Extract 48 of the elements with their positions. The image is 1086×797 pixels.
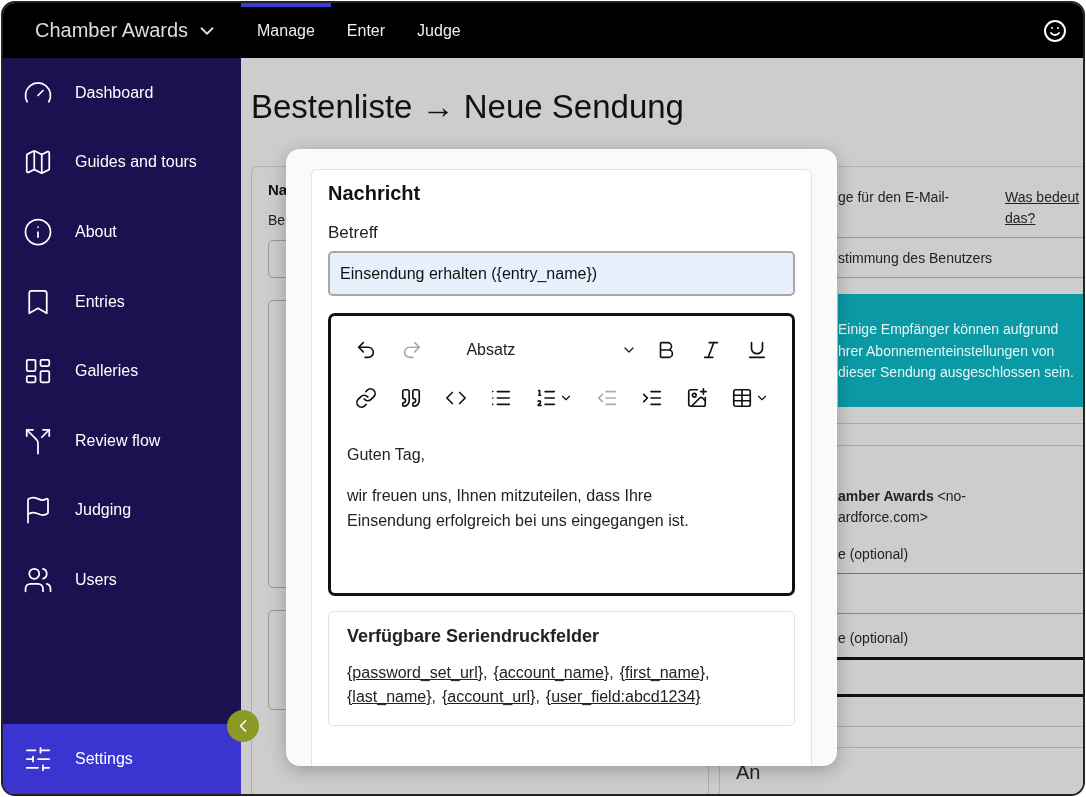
field-label: e (optional) — [838, 544, 909, 564]
sidebar-item[interactable]: Review flow — [3, 405, 241, 476]
rich-text-editor[interactable]: Absatz Guten Tag, wir freuen uns, Ihnen mitzuteilen, dass Ihre Einsendung erfolgreich bei uns eingegangen ist. — [328, 313, 795, 596]
merge-field-link[interactable]: {last_name} — [347, 688, 432, 705]
image-icon — [686, 387, 709, 409]
sidebar-item[interactable]: Galleries — [3, 336, 241, 406]
comma-separator: , — [705, 664, 710, 681]
message-paragraph: Guten Tag, — [347, 445, 426, 465]
comma-separator: , — [483, 664, 488, 681]
sidebar-item[interactable]: Entries — [3, 266, 241, 337]
field-label: e (optional) — [838, 628, 909, 648]
comma-separator: , — [609, 664, 614, 681]
card-heading: Na — [268, 181, 288, 198]
subject-field[interactable]: Einsendung erhalten ({entry_name}) — [328, 251, 795, 296]
merge-field-link[interactable]: {account_url} — [441, 688, 536, 705]
sidebar-item[interactable]: Guides and tours — [3, 127, 241, 198]
sidebar-item[interactable]: Users — [3, 545, 241, 615]
quote-icon — [399, 387, 422, 409]
nav-tab[interactable]: Enter — [330, 3, 402, 58]
link-icon — [354, 387, 377, 409]
merge-field-link[interactable]: {first_name} — [619, 664, 706, 681]
panel-heading: Verfügbare Seriendruckfelder — [347, 626, 601, 647]
subject-label: Betreff — [328, 223, 379, 243]
field-label: Be — [268, 212, 286, 228]
block-format-dropdown[interactable]: Absatz — [462, 337, 641, 363]
dialog-heading: Nachricht — [328, 182, 422, 205]
table-icon — [730, 387, 753, 409]
merge-field-link[interactable]: {password_set_url} — [347, 664, 484, 681]
comma-separator: , — [431, 688, 436, 705]
merge-field-link[interactable]: {account_name} — [493, 664, 610, 681]
nav-tab[interactable]: Judge — [401, 3, 477, 58]
recipient-label: An — [735, 761, 762, 785]
sidebar-item[interactable]: About — [3, 197, 241, 267]
help-link[interactable]: Was bedeut das? — [1005, 187, 1083, 229]
sender-text: amber Awards <no- ardforce.com> — [837, 486, 968, 527]
sidebar-item[interactable]: Judging — [3, 475, 241, 546]
sidebar-item[interactable]: Settings — [3, 724, 241, 794]
notice-banner: Einige Empfänger können aufgrund hrer Abonnementeinstellungen von dieser Sendung ausgeschlossen sein. — [838, 294, 1083, 407]
sidebar-item[interactable]: Dashboard — [3, 58, 241, 128]
consent-text: stimmung des Benutzers — [838, 249, 993, 268]
merge-field-link[interactable]: {user_field:abcd1234} — [545, 688, 701, 705]
app-switcher[interactable]: Chamber Awards — [3, 3, 241, 58]
comma-separator: , — [535, 688, 540, 705]
message-paragraph: wir freuen uns, Ihnen mitzuteilen, dass Ihre Einsendung erfolgreich bei uns eingegangen ist. — [347, 486, 690, 531]
email-note: ge für den E-Mail- — [838, 188, 950, 207]
avatar-icon[interactable] — [1043, 18, 1067, 43]
page-title: Bestenliste → Neue Sendung — [251, 88, 685, 126]
numbers-icon — [535, 387, 558, 409]
